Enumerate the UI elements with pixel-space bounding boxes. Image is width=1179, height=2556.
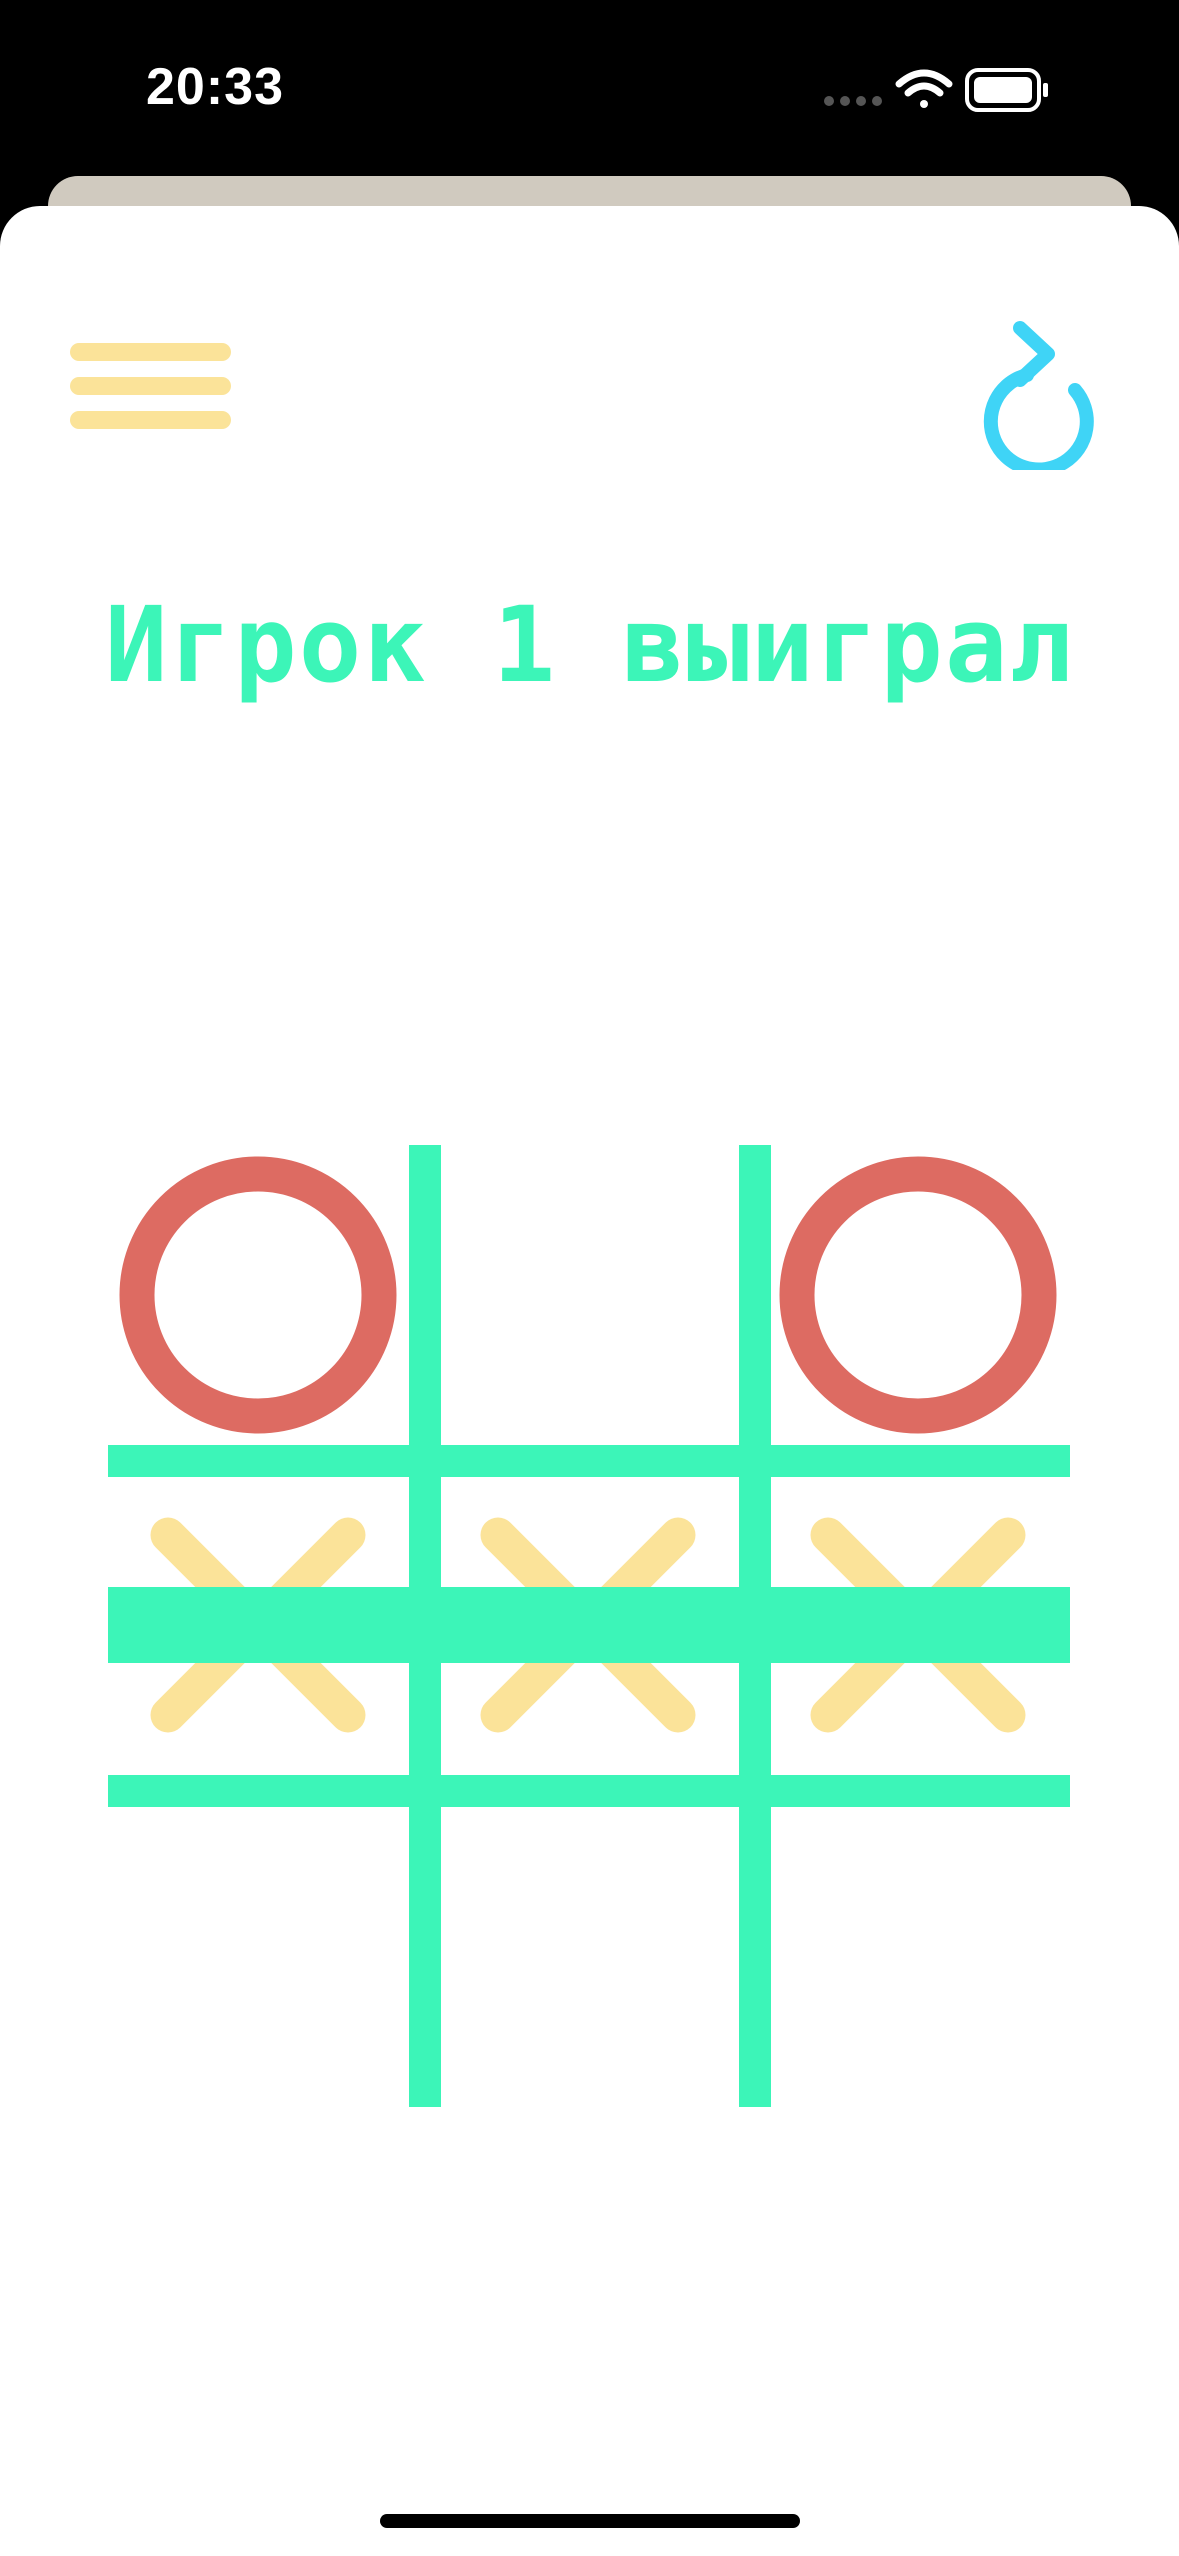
signal-dots-icon [824, 96, 882, 106]
board-cell[interactable] [768, 1145, 1068, 1445]
grid-horizontal-line-2 [108, 1775, 1070, 1807]
restart-arrow-icon [983, 321, 1094, 477]
wifi-icon [895, 69, 953, 108]
restart-button[interactable] [955, 310, 1095, 477]
home-indicator[interactable] [380, 2514, 800, 2528]
board-cell[interactable] [438, 1805, 738, 2105]
board-cell[interactable] [108, 1805, 408, 2105]
game-board [108, 1145, 1070, 2107]
battery-icon [965, 68, 1048, 112]
winning-line [108, 1587, 1070, 1663]
hamburger-menu-icon [70, 343, 231, 429]
status-icons [824, 68, 1048, 112]
status-bar: 20:33 [0, 0, 1179, 170]
status-time: 20:33 [146, 58, 284, 116]
grid-horizontal-line-1 [108, 1445, 1070, 1477]
board-cell[interactable] [438, 1145, 738, 1445]
menu-button[interactable] [70, 332, 240, 442]
board-cell[interactable] [108, 1145, 408, 1445]
result-title: Игрок 1 выиграл [104, 584, 1075, 706]
board-cell[interactable] [768, 1805, 1068, 2105]
